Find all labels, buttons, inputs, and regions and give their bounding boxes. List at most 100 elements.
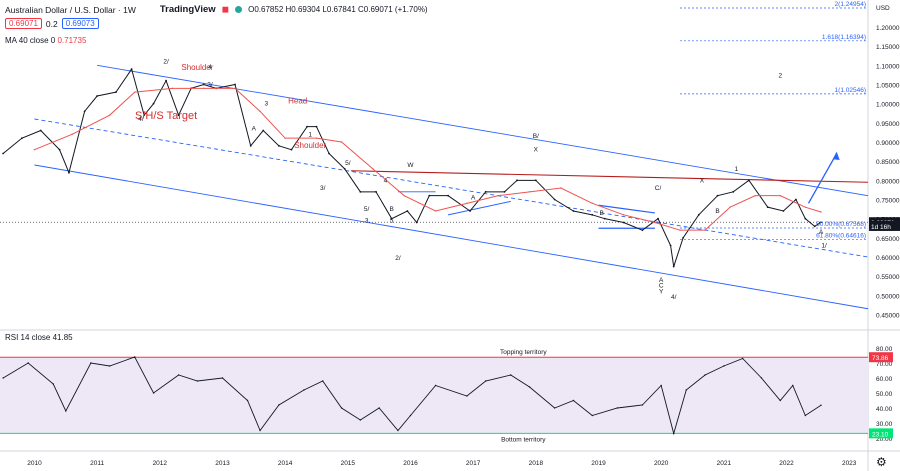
ma-point — [704, 229, 706, 231]
rsi-legend[interactable]: RSI 14 close 41.85 — [5, 333, 73, 342]
wave-label: B/ — [533, 133, 539, 140]
fib-level-label: 50.00%(0.67568) — [816, 221, 866, 228]
ma-point — [591, 202, 593, 205]
wave-label: B — [715, 208, 719, 215]
price-point — [415, 221, 418, 224]
price-point — [572, 210, 575, 212]
price-point — [375, 190, 377, 193]
ma-point — [622, 214, 625, 216]
rsi-point — [340, 407, 343, 409]
price-point — [732, 190, 735, 193]
alert-icon[interactable]: ◼ — [222, 4, 229, 15]
ma-name: MA 40 close 0 — [5, 36, 56, 45]
price-point — [39, 129, 42, 132]
rsi-value: 41.85 — [52, 333, 73, 342]
wave-label: Y — [659, 288, 664, 295]
rsi-point — [409, 414, 412, 417]
currency-label: USD — [876, 5, 890, 12]
rsi-point — [378, 407, 380, 409]
x-tick-label: 2017 — [466, 460, 481, 467]
price-point — [669, 244, 672, 247]
price-point — [447, 194, 450, 197]
rsi-point — [27, 362, 29, 364]
wave-label: 3 — [365, 218, 369, 225]
ma-point — [804, 206, 807, 208]
y-tick-label: 0.85000 — [876, 159, 900, 166]
gear-icon[interactable]: ⚙ — [876, 455, 887, 469]
x-tick-label: 2014 — [278, 460, 293, 467]
price-point — [782, 210, 785, 212]
y-tick-label: 1.05000 — [876, 83, 900, 90]
rsi-point — [591, 414, 593, 417]
rsi-point — [303, 389, 305, 391]
price-point — [469, 210, 471, 212]
ma-point — [259, 110, 261, 113]
ma-point — [284, 137, 286, 139]
x-tick-label: 2016 — [403, 460, 418, 467]
price-point — [682, 236, 685, 239]
wave-label: 3/ — [207, 81, 213, 88]
y-tick-label: 1.10000 — [876, 63, 900, 70]
ma-point — [820, 211, 822, 213]
wave-label: A — [252, 126, 257, 133]
ma-legend[interactable]: MA 40 close 0 0.71735 — [5, 36, 86, 45]
price-point — [603, 217, 606, 220]
wave-label: 4/ — [138, 116, 144, 123]
rsi-bottom-label: Bottom territory — [501, 436, 546, 443]
price-point — [766, 206, 769, 209]
wave-label: W — [407, 162, 414, 169]
price-point — [716, 194, 719, 197]
ma-point — [434, 210, 437, 212]
price-point — [83, 110, 86, 113]
rsi-point — [52, 383, 54, 385]
y-tick-label: 0.80000 — [876, 178, 900, 185]
wave-label: A — [819, 229, 824, 236]
x-tick-label: 2010 — [27, 460, 42, 467]
wave-label: 4 — [208, 64, 212, 71]
rsi-tick-label: 80.00 — [876, 346, 893, 353]
wave-label: 3/ — [320, 185, 326, 192]
rsi-point — [673, 432, 675, 435]
rsi-point — [792, 384, 794, 387]
price-point — [534, 179, 537, 182]
rsi-tick-label: 50.00 — [876, 391, 893, 398]
price-point — [68, 171, 70, 174]
wave-label: 2 — [778, 73, 782, 80]
wave-label: 4 — [384, 177, 388, 184]
wave-label: 5 — [390, 218, 394, 225]
ma-point — [754, 194, 756, 197]
price-point — [795, 198, 797, 201]
fib-level-label: 61.80%(0.64616) — [816, 232, 866, 239]
ma-point — [134, 91, 136, 93]
price-point — [165, 79, 167, 82]
chart-header: Australian Dollar / U.S. Dollar · 1W Tra… — [5, 4, 428, 15]
wave-label: 5/ — [345, 160, 351, 167]
price-point — [406, 210, 409, 212]
rsi-point — [553, 407, 556, 409]
price-point — [328, 152, 330, 155]
rsi-point — [221, 377, 224, 379]
price-point — [58, 148, 61, 151]
rsi-point — [246, 399, 249, 402]
price-point — [553, 198, 556, 201]
price-point — [748, 179, 750, 182]
rsi-point — [723, 365, 725, 367]
rsi-tick-label: 30.00 — [876, 421, 893, 428]
wave-label: X — [700, 177, 705, 184]
rsi-point — [779, 399, 781, 402]
y-tick-label: 0.75000 — [876, 198, 900, 205]
y-tick-label: 0.45000 — [876, 313, 900, 320]
wave-label: Head — [288, 97, 307, 106]
x-tick-label: 2013 — [215, 460, 230, 467]
price-point — [484, 190, 487, 193]
rsi-bound-label: 23.10 — [872, 431, 889, 438]
symbol-title[interactable]: Australian Dollar / U.S. Dollar · 1W — [5, 5, 136, 15]
wave-label: X — [534, 147, 539, 154]
ask-button[interactable]: 0.69073 — [61, 18, 99, 29]
x-tick-label: 2011 — [90, 460, 104, 467]
bid-button[interactable]: 0.69071 — [5, 18, 42, 29]
wave-label: B — [599, 210, 603, 217]
rsi-point — [359, 419, 362, 421]
price-point — [315, 125, 318, 128]
y-tick-label: 0.65000 — [876, 236, 900, 243]
